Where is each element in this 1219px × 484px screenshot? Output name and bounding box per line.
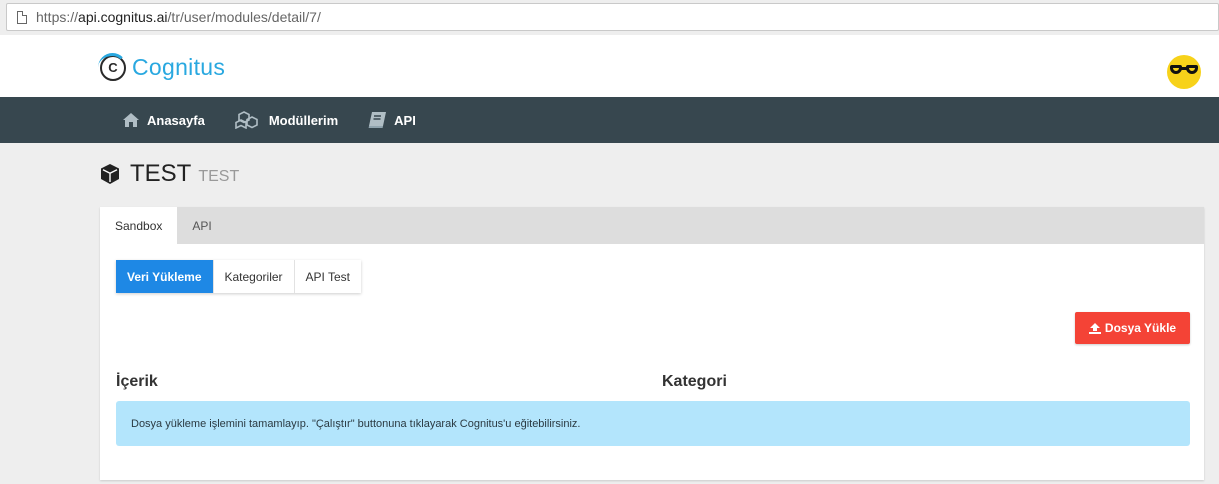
logo[interactable]: C Cognitus bbox=[98, 52, 226, 81]
nav-item-label: API bbox=[394, 112, 416, 128]
logo-mark-icon: C bbox=[98, 52, 127, 81]
upload-icon bbox=[1088, 322, 1101, 334]
column-header-icerik: İçerik bbox=[116, 373, 158, 390]
module-card: Sandbox API Veri Yükleme Kategoriler API… bbox=[100, 207, 1204, 480]
info-alert: Dosya yükleme işlemini tamamlayıp. "Çalı… bbox=[116, 401, 1190, 446]
address-bar[interactable]: https://api.cognitus.ai/tr/user/modules/… bbox=[6, 3, 1219, 31]
url-path: /tr/user/modules/detail/7/ bbox=[167, 9, 321, 25]
page-title: TEST TEST bbox=[100, 160, 239, 188]
avatar[interactable] bbox=[1167, 55, 1201, 89]
tab-sandbox[interactable]: Sandbox bbox=[100, 207, 178, 244]
sunglasses-icon bbox=[1170, 65, 1198, 75]
nav-item-label: Anasayfa bbox=[147, 112, 205, 128]
alert-message: Dosya yükleme işlemini tamamlayıp. "Çalı… bbox=[131, 417, 581, 430]
cubes-icon bbox=[235, 111, 258, 129]
nav-item-anasayfa[interactable]: Anasayfa bbox=[123, 113, 205, 128]
book-icon bbox=[368, 112, 387, 128]
cube-icon bbox=[101, 164, 119, 184]
main-tabs: Sandbox API bbox=[100, 207, 1204, 244]
tab-api[interactable]: API bbox=[177, 207, 226, 244]
home-icon bbox=[123, 113, 139, 127]
module-subtitle: TEST bbox=[198, 168, 240, 185]
url-host: api.cognitus.ai bbox=[78, 9, 168, 25]
upload-file-button[interactable]: Dosya Yükle bbox=[1075, 312, 1190, 344]
sub-tabs: Veri Yükleme Kategoriler API Test bbox=[116, 260, 361, 293]
subtab-api-test[interactable]: API Test bbox=[294, 260, 361, 293]
column-header-kategori: Kategori bbox=[662, 373, 727, 390]
page-icon bbox=[17, 10, 27, 24]
nav-item-label: Modüllerim bbox=[268, 112, 339, 128]
site-header: C Cognitus bbox=[0, 35, 1219, 97]
subtab-kategoriler[interactable]: Kategoriler bbox=[213, 260, 295, 293]
nav-item-modullerim[interactable]: Modüllerim bbox=[235, 111, 338, 129]
upload-button-label: Dosya Yükle bbox=[1104, 321, 1177, 335]
url-scheme: https:// bbox=[36, 9, 79, 25]
main-navbar: Anasayfa Modüllerim API bbox=[0, 97, 1219, 143]
logo-text: Cognitus bbox=[132, 54, 226, 80]
subtab-veri-yukleme[interactable]: Veri Yükleme bbox=[116, 260, 214, 293]
nav-item-api[interactable]: API bbox=[368, 112, 416, 128]
module-title: TEST bbox=[130, 160, 192, 187]
